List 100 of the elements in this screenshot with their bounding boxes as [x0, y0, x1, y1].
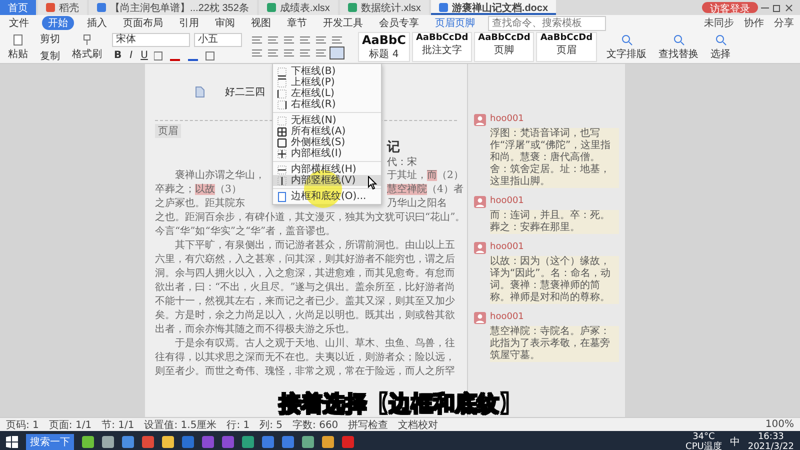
- document-text: 之也。距洞百余步，有碑仆道，其文漫灭，独其为文犹可识曰“花山”。: [155, 212, 466, 223]
- ribbon-tool-button[interactable]: 选择: [708, 34, 733, 60]
- ribbon-tab[interactable]: 视图: [248, 16, 274, 30]
- magnifier-icon: [714, 34, 727, 46]
- menu-item[interactable]: 左框线(L): [273, 88, 381, 99]
- taskbar-app-icon[interactable]: [202, 436, 214, 448]
- brush-icon: [81, 34, 93, 46]
- border-icon: [277, 126, 287, 136]
- font-size-dropdown[interactable]: 小五: [194, 33, 242, 47]
- taskbar-app-icon[interactable]: [322, 436, 334, 448]
- close-icon[interactable]: [784, 2, 794, 12]
- taskbar-app-icon[interactable]: [162, 436, 174, 448]
- status-item: 列: 5: [260, 418, 283, 432]
- taskbar-app-icon[interactable]: [262, 436, 274, 448]
- menu-item[interactable]: 上框线(P): [273, 77, 381, 88]
- ribbon-tab[interactable]: 审阅: [212, 16, 238, 30]
- comment-author: hoo001: [490, 114, 525, 126]
- ribbon-tool-button[interactable]: 文字排版: [604, 34, 649, 60]
- cloud-action[interactable]: 未同步: [704, 16, 734, 30]
- style-preset[interactable]: AaBbCcDd 页脚: [474, 32, 534, 62]
- menu-item[interactable]: 边框和底纹(O)...: [273, 191, 381, 202]
- ribbon-tab[interactable]: 插入: [84, 16, 110, 30]
- menu-item[interactable]: 右框线(R): [273, 99, 381, 110]
- style-preset[interactable]: AaBbC 标题 4: [358, 32, 410, 62]
- format-painter-button[interactable]: 格式刷: [70, 34, 104, 60]
- format-button[interactable]: I: [128, 50, 135, 61]
- style-preset[interactable]: AaBbCcDd 批注文字: [412, 32, 472, 62]
- comment-text: 而：连词，并且。卒：死。葬之：安葬在那里。: [490, 210, 619, 234]
- status-item: 页面: 1/1: [48, 418, 92, 432]
- taskbar-app-icon[interactable]: [222, 436, 234, 448]
- cut-button[interactable]: 剪切: [38, 32, 62, 46]
- comment-text: 浮图：梵语音译词，也写作“浮屠”或“佛陀”，这里指和尚。慧褒：唐代高僧。舍：筑舍定居。址：地基，这里指山脚。: [490, 128, 619, 188]
- document-text: 洞。余与四人拥火以入，入之愈深，其进愈难，而其见愈奇。有怠而: [155, 268, 455, 279]
- clipboard-icon: [12, 34, 24, 46]
- document-tab[interactable]: 游褒禅山记文档.docx: [430, 0, 556, 15]
- ribbon-tab[interactable]: 开始: [42, 16, 74, 30]
- status-item: 行: 1: [226, 418, 250, 432]
- magnifier-icon: [620, 34, 633, 46]
- ribbon-tab[interactable]: 会员专享: [376, 16, 422, 30]
- taskbar-search-button[interactable]: 搜索一下: [26, 434, 74, 450]
- document-title: 记: [387, 139, 401, 155]
- zoom-level[interactable]: 100%: [765, 419, 794, 430]
- format-button[interactable]: B: [112, 50, 124, 61]
- restore-icon[interactable]: [772, 2, 782, 12]
- menu-item[interactable]: 无框线(N): [273, 115, 381, 126]
- border-icon: [277, 116, 287, 126]
- border-icon: [277, 176, 287, 186]
- status-item: 文档校对: [398, 418, 438, 432]
- document-text: 卒葬之；: [155, 184, 195, 195]
- border-icon: [277, 100, 287, 110]
- paste-button[interactable]: 粘贴: [6, 34, 30, 60]
- menu-item[interactable]: 下框线(B): [273, 66, 381, 77]
- ribbon-tab[interactable]: 开发工具: [320, 16, 366, 30]
- menu-item[interactable]: 所有框线(A): [273, 126, 381, 137]
- format-button[interactable]: U: [138, 50, 150, 61]
- document-tab[interactable]: 首页: [0, 0, 36, 15]
- document-tab[interactable]: 成绩表.xlsx: [258, 0, 338, 15]
- status-item: 节: 1/1: [102, 418, 134, 432]
- page-border-icon: [277, 192, 287, 202]
- border-icon: [277, 78, 287, 88]
- menu-item[interactable]: 内部竖框线(V): [273, 175, 381, 186]
- cloud-action[interactable]: 协作: [744, 16, 764, 30]
- taskbar-app-icon[interactable]: [122, 436, 134, 448]
- document-text: 褒禅山亦谓之华山，: [175, 170, 265, 181]
- windows-start-icon[interactable]: [6, 436, 18, 448]
- taskbar-app-icon[interactable]: [302, 436, 314, 448]
- ribbon-tool-button[interactable]: 查找替换: [656, 34, 701, 60]
- style-preset[interactable]: AaBbCcDd 页眉: [536, 32, 597, 62]
- document-text: 欲出者，曰：“不出，火且尽。”遂与之俱出。盖余所至，比好游者尚: [155, 282, 456, 293]
- copy-button[interactable]: 复制: [38, 48, 62, 62]
- input-method-indicator[interactable]: 中: [730, 435, 740, 449]
- taskbar-app-icon[interactable]: [182, 436, 194, 448]
- status-item: 字数: 660: [292, 418, 338, 432]
- taskbar-app-icon[interactable]: [142, 436, 154, 448]
- menu-item[interactable]: 内部框线(I): [273, 148, 381, 159]
- avatar-icon: [474, 242, 486, 254]
- comment-author: hoo001: [490, 312, 525, 324]
- cloud-action[interactable]: 分享: [774, 16, 794, 30]
- taskbar-app-icon[interactable]: [82, 436, 94, 448]
- taskbar-app-icon[interactable]: [242, 436, 254, 448]
- comment-text: 以故：因为（这个）缘故，译为“因此”。名：命名，动词。褒禅：慧褒禅师的简称。禅师是对和尚的尊称。: [490, 256, 619, 304]
- ribbon-tab[interactable]: 章节: [284, 16, 310, 30]
- ribbon-tab[interactable]: 引用: [176, 16, 202, 30]
- menu-item[interactable]: 外侧框线(S): [273, 137, 381, 148]
- font-name-dropdown[interactable]: 宋体: [112, 33, 190, 47]
- login-button[interactable]: 访客登录: [702, 2, 758, 13]
- ribbon-tab[interactable]: 页面布局: [120, 16, 166, 30]
- document-text: （3）: [215, 184, 242, 195]
- document-tab[interactable]: 稻壳: [38, 0, 87, 15]
- status-item: 设置值: 1.5厘米: [144, 418, 217, 432]
- border-icon: [277, 88, 287, 98]
- document-tab[interactable]: 【尚主润包单谱】...22枕 352条: [89, 0, 257, 15]
- document-text: 矣。方是时，余之力尚足以入，火尚足以明也。既其出，则或咎其欲: [155, 310, 455, 321]
- taskbar-app-icon[interactable]: [102, 436, 114, 448]
- command-search-field[interactable]: 查找命令、搜索模板: [488, 16, 606, 30]
- ribbon-tab[interactable]: 文件: [6, 16, 32, 30]
- ribbon-tab[interactable]: 页眉页脚: [432, 16, 478, 30]
- taskbar-app-icon[interactable]: [342, 436, 354, 448]
- taskbar-app-icon[interactable]: [282, 436, 294, 448]
- document-tab[interactable]: 数据统计.xlsx: [340, 0, 429, 15]
